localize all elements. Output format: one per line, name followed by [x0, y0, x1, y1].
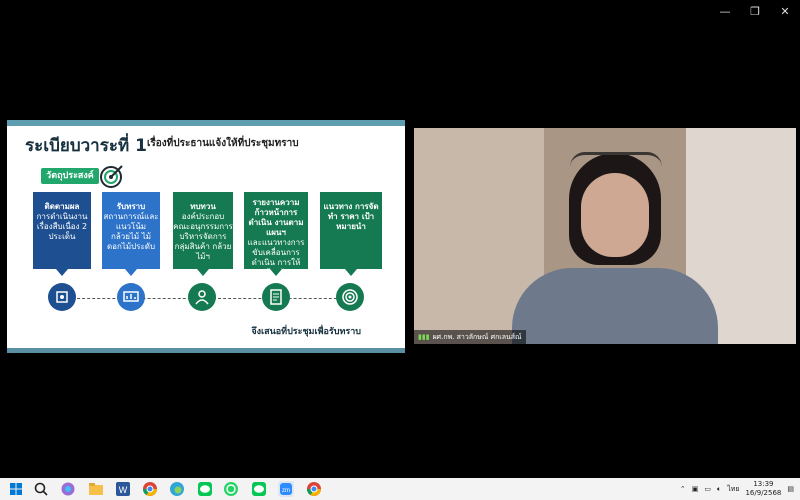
participant-name: ผศ.กพ. สาวลักษณ์ ศกเลนส์ณ์ — [432, 333, 522, 341]
chrome-icon[interactable] — [142, 481, 158, 497]
participant-video[interactable]: ▮▮▮ ผศ.กพ. สาวลักษณ์ ศกเลนส์ณ์ — [414, 128, 796, 344]
search-icon[interactable] — [33, 481, 49, 497]
puzzle-icon — [48, 283, 76, 311]
whatsapp-icon[interactable] — [223, 481, 239, 497]
language-indicator[interactable]: ไทย — [727, 484, 739, 495]
card-body: สถานการณ์และ แนวโน้มกล้วยไม้ ไม้ดอกไม้ปร… — [103, 212, 159, 251]
edge-icon[interactable] — [169, 481, 185, 497]
objective-card-1: ติดตามผล การดำเนินงาน เรื่องสืบเนื่อง 2 … — [33, 192, 91, 276]
clock-date: 16/9/2568 — [745, 489, 782, 497]
window-controls: — ❐ ✕ — [710, 4, 800, 20]
line-icon[interactable] — [197, 481, 213, 497]
taskbar: W zm ⌃ ▣ ▭ 🔈︎ ไทย 13:39 16/9/2568 ▤ — [0, 478, 800, 500]
report-icon — [262, 283, 290, 311]
close-button[interactable]: ✕ — [770, 4, 800, 20]
target-icon — [100, 165, 123, 188]
objective-card-4: รายงานความ ก้าวหน้าการดำเนิน งานตามแผนฯ … — [244, 192, 308, 287]
network-icon[interactable]: ▭ — [704, 485, 711, 493]
zoom-icon[interactable]: zm — [278, 481, 294, 497]
objective-label: วัตถุประสงค์ — [41, 168, 99, 184]
clock[interactable]: 13:39 16/9/2568 — [745, 480, 781, 498]
copilot-icon[interactable] — [60, 481, 76, 497]
line-icon-2[interactable] — [251, 481, 267, 497]
volume-icon[interactable]: 🔈︎ — [717, 485, 721, 494]
clock-time: 13:39 — [753, 480, 774, 488]
word-icon[interactable]: W — [115, 481, 131, 497]
participant-headband — [570, 152, 662, 167]
system-tray: ⌃ ▣ ▭ 🔈︎ ไทย 13:39 16/9/2568 ▤ — [680, 478, 800, 500]
svg-text:zm: zm — [282, 488, 290, 494]
objective-card-5: แนวทาง การจัดทำ ราคา เป้าหมายนำ — [320, 192, 382, 276]
minimize-button[interactable]: — — [710, 4, 740, 20]
team-icon — [188, 283, 216, 311]
participant-face — [581, 173, 649, 257]
slide-subtitle: เรื่องที่ประธานแจ้งให้ที่ประชุมทราบ — [147, 138, 299, 149]
participant-body — [512, 268, 718, 344]
card-title: รายงานความ ก้าวหน้าการดำเนิน งานตามแผนฯ — [248, 198, 304, 237]
card-title: แนวทาง การจัดทำ ราคา เป้าหมายนำ — [323, 202, 379, 231]
dashboard-icon — [117, 283, 145, 311]
objective-card-2: รับทราบ สถานการณ์และ แนวโน้มกล้วยไม้ ไม้… — [102, 192, 160, 276]
windows-start-icon[interactable] — [8, 481, 24, 497]
slide-top-bar — [7, 120, 405, 126]
card-title: ทบทวน — [190, 202, 216, 211]
slide-title: ระเบียบวาระที่ 1 — [25, 136, 147, 156]
card-title: ติดตามผล — [44, 202, 80, 211]
chrome-icon-2[interactable] — [306, 481, 322, 497]
card-body: องค์ประกอบ คณะอนุกรรมการ บริหารจัดการ กล… — [173, 212, 233, 261]
shared-slide: ระเบียบวาระที่ 1 เรื่องที่ประธานแจ้งให้ท… — [7, 120, 405, 353]
goal-target-icon — [336, 283, 364, 311]
restore-button[interactable]: ❐ — [740, 4, 770, 20]
card-title: รับทราบ — [116, 202, 146, 211]
file-explorer-icon[interactable] — [88, 481, 104, 497]
svg-text:W: W — [119, 485, 128, 495]
notification-icon[interactable]: ▤ — [787, 485, 794, 493]
signal-icon: ▮▮▮ — [418, 333, 430, 341]
card-body: และแนวทางการ ขับเคลื่อนการดำเนิน การให้ส… — [245, 238, 307, 287]
tray-app-icon[interactable]: ▣ — [692, 485, 699, 493]
objective-card-3: ทบทวน องค์ประกอบ คณะอนุกรรมการ บริหารจัด… — [173, 192, 233, 276]
card-body: การดำเนินงาน เรื่องสืบเนื่อง 2 ประเด็น — [36, 212, 88, 241]
participant-nameplate: ▮▮▮ ผศ.กพ. สาวลักษณ์ ศกเลนส์ณ์ — [414, 330, 526, 344]
slide-footer: จึงเสนอที่ประชุมเพื่อรับทราบ — [251, 327, 361, 337]
chevron-up-icon[interactable]: ⌃ — [680, 485, 686, 493]
